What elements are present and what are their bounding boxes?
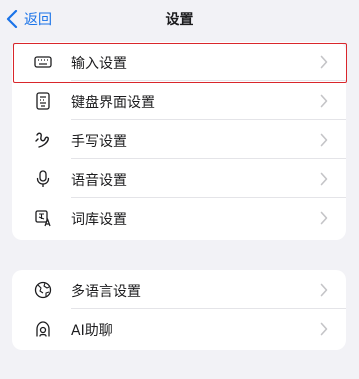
selection-highlight [13,43,347,83]
keyboard-layout-icon [32,91,54,111]
settings-row-label: AI助聊 [71,323,113,339]
settings-row-input[interactable]: 输入设置 [12,42,347,83]
settings-row-multilanguage[interactable]: 多语言设置 [12,270,346,309]
settings-row-label: 语音设置 [71,173,127,189]
chevron-right-icon [320,211,328,225]
navigation-bar: 返回 设置 [0,0,359,37]
settings-group-extra: 多语言设置 AI助聊 [12,270,346,350]
page-title: 设置 [165,12,194,28]
settings-row-label: 词库设置 [71,212,127,228]
settings-row-ai-chat[interactable]: AI助聊 [12,309,346,348]
settings-row-label: 手写设置 [71,134,127,150]
settings-row-voice[interactable]: 语音设置 [12,159,346,198]
microphone-icon [32,169,54,189]
chevron-right-icon [320,172,328,186]
settings-group-main: 输入设置 键盘界面设置 手写设置 语音设置 词库设置 [12,42,347,240]
globe-icon [32,280,54,300]
settings-row-label: 多语言设置 [71,284,141,300]
settings-row-dictionary[interactable]: 词库设置 [12,198,346,237]
settings-row-handwriting[interactable]: 手写设置 [12,120,346,159]
handwriting-icon [32,130,54,150]
chevron-right-icon [320,283,328,297]
settings-row-keyboard-layout[interactable]: 键盘界面设置 [12,81,346,120]
dictionary-icon [32,208,54,228]
settings-row-label: 键盘界面设置 [71,95,155,111]
chevron-right-icon [320,322,328,336]
chevron-right-icon [320,133,328,147]
chevron-right-icon [320,94,328,108]
ai-chat-icon [32,319,54,339]
